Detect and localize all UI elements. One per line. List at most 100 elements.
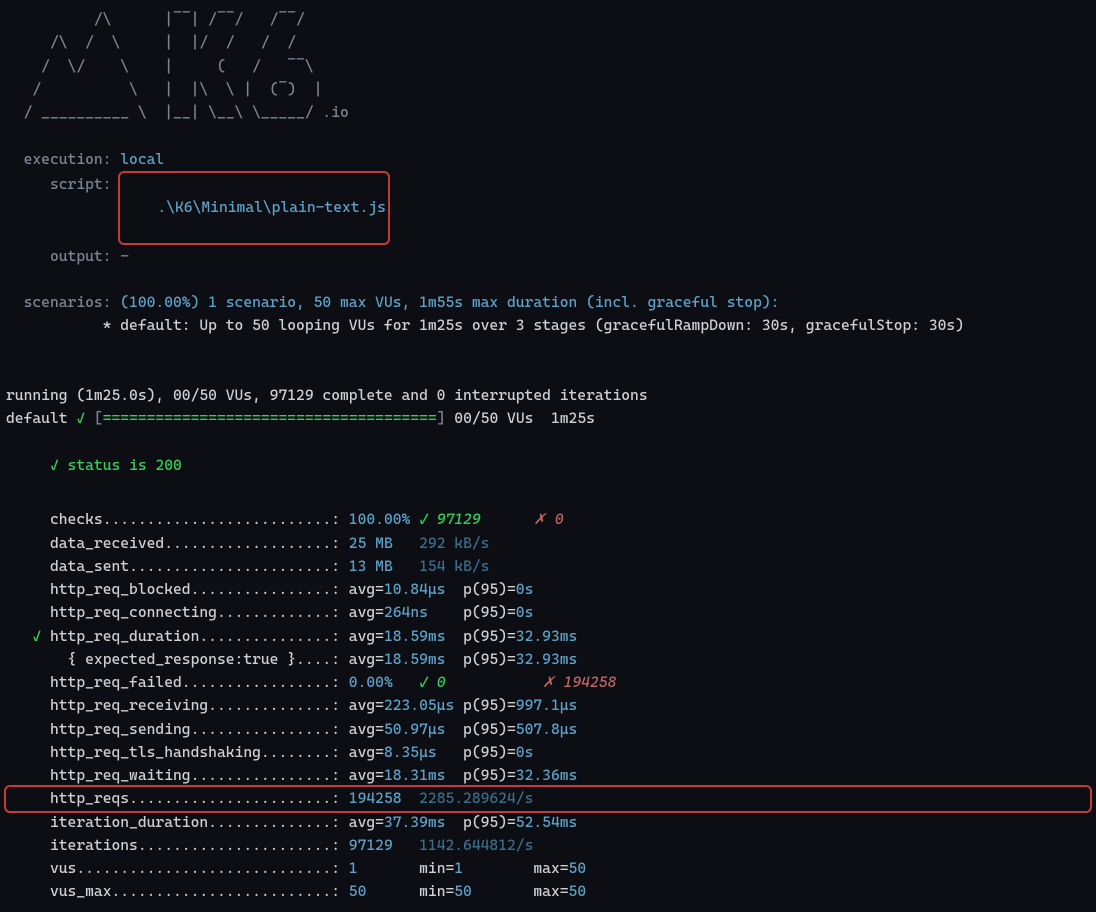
- scenarios-line-2: * default: Up to 50 looping VUs for 1m25…: [6, 314, 1090, 337]
- metric-label: iterations: [50, 834, 138, 857]
- metric-value: 25 MB: [349, 532, 393, 555]
- script-line: script: .\K6\Minimal\plain-text.js: [6, 171, 1090, 245]
- status-check-line: ✓ status is 200: [6, 454, 1090, 477]
- metric-row-data-received: data_received...................: 25 MB …: [6, 532, 1090, 555]
- metric-value: avg=: [349, 601, 384, 624]
- metric-value: avg=: [349, 764, 384, 787]
- metric-value: 154 kB/s: [419, 555, 489, 578]
- metric-row-http-req-receiving: http_req_receiving..............: avg=22…: [6, 694, 1090, 717]
- script-path-box: .\K6\Minimal\plain-text.js: [118, 171, 390, 245]
- metric-row-http-req-connecting: http_req_connecting.............: avg=26…: [6, 601, 1090, 624]
- running-line: running (1m25.0s), 00/50 VUs, 97129 comp…: [6, 384, 1090, 407]
- metric-dots: ...............:: [199, 625, 348, 648]
- metric-dots: ..............:: [208, 694, 349, 717]
- metric-value: 50: [569, 880, 587, 903]
- metric-row-http-reqs: http_reqs.......................: 194258…: [4, 785, 1092, 812]
- metric-value: 507.8µs: [516, 718, 578, 741]
- metric-value: 1142.644812/s: [419, 834, 533, 857]
- metric-value: avg=: [349, 694, 384, 717]
- progress-line: default ✓ [ ============================…: [6, 407, 1090, 430]
- metric-value: 2285.289624/s: [419, 787, 533, 810]
- metric-label: http_req_failed: [50, 671, 182, 694]
- metric-value: p(95)=: [445, 648, 515, 671]
- metric-dots: ..........................:: [103, 508, 349, 531]
- metric-row-vus-max: vus_max.........................: 50 min…: [6, 880, 1090, 903]
- script-label: script:: [6, 173, 111, 196]
- metric-label: http_req_sending: [50, 718, 191, 741]
- metric-label: iteration_duration: [50, 811, 208, 834]
- metric-value: [393, 834, 419, 857]
- metric-value: [393, 671, 419, 694]
- metric-label: http_req_waiting: [50, 764, 191, 787]
- metric-value: 50: [349, 880, 367, 903]
- metric-value: 0s: [516, 578, 534, 601]
- metric-value: 0s: [516, 601, 534, 624]
- metric-label: { expected_response:true }: [68, 648, 297, 671]
- output-line: output: -: [6, 245, 1090, 268]
- metric-dots: ....:: [296, 648, 349, 671]
- metric-row-vus: vus.............................: 1 min=…: [6, 857, 1090, 880]
- metric-row-data-sent: data_sent.......................: 13 MB …: [6, 555, 1090, 578]
- metric-label: http_req_duration: [50, 625, 199, 648]
- metric-label: vus_max: [50, 880, 112, 903]
- metric-value: 8.35µs: [384, 741, 437, 764]
- metric-label: data_received: [50, 532, 164, 555]
- metric-value: 18.31ms: [384, 764, 446, 787]
- metric-dots: .............................:: [76, 857, 348, 880]
- metric-value: 10.84µs: [384, 578, 446, 601]
- metric-value: 100.00%: [349, 508, 411, 531]
- metric-value: [446, 671, 543, 694]
- metric-row-iterations: iterations......................: 97129 …: [6, 834, 1090, 857]
- metric-value: p(95)=: [445, 811, 515, 834]
- metric-value: [410, 508, 419, 531]
- progress-bar-fill: ======================================: [103, 407, 437, 430]
- script-path: .\K6\Minimal\plain-text.js: [157, 198, 386, 216]
- metric-label: http_reqs: [50, 787, 129, 810]
- running-text: running (1m25.0s), 00/50 VUs, 97129 comp…: [6, 384, 648, 407]
- metric-value: 194258: [349, 787, 402, 810]
- metric-value: 50: [569, 857, 587, 880]
- metric-value: ✓ 97129: [419, 508, 481, 531]
- metric-label: vus: [50, 857, 76, 880]
- status-check-text: status is 200: [68, 454, 182, 477]
- metric-value: 18.59ms: [384, 648, 446, 671]
- metric-dots: ................:: [191, 718, 349, 741]
- metric-row--expected-response-true-: { expected_response:true }....: avg=18.5…: [6, 648, 1090, 671]
- metric-value: min=: [366, 880, 454, 903]
- metric-label: http_req_blocked: [50, 578, 191, 601]
- metric-dots: .................:: [182, 671, 349, 694]
- metric-dots: ........:: [261, 741, 349, 764]
- metric-dots: .............:: [217, 601, 349, 624]
- metric-value: max=: [463, 857, 568, 880]
- scenarios-value: (100.00%) 1 scenario, 50 max VUs, 1m55s …: [120, 291, 779, 314]
- metric-value: p(95)=: [445, 578, 515, 601]
- metric-value: [481, 508, 534, 531]
- metric-value: avg=: [349, 811, 384, 834]
- metric-value: [393, 532, 419, 555]
- metric-value: 1: [349, 857, 358, 880]
- metric-value: 97129: [349, 834, 393, 857]
- metric-value: min=: [358, 857, 455, 880]
- metric-value: p(95)=: [437, 741, 516, 764]
- progress-default-label: default: [6, 407, 68, 430]
- metric-value: avg=: [349, 648, 384, 671]
- metric-value: 50.97µs: [384, 718, 446, 741]
- metric-row-http-req-duration: ✓ http_req_duration...............: avg=…: [6, 625, 1090, 648]
- metrics-table: checks..........................: 100.00…: [6, 508, 1090, 903]
- metric-label: http_req_connecting: [50, 601, 217, 624]
- metric-value: 32.93ms: [516, 625, 578, 648]
- metric-value: ✓ 0: [419, 671, 445, 694]
- metric-value: 1: [454, 857, 463, 880]
- metric-row-http-req-blocked: http_req_blocked................: avg=10…: [6, 578, 1090, 601]
- metric-dots: .......................:: [129, 787, 349, 810]
- progress-bar-close: ]: [437, 407, 446, 430]
- metric-value: 37.39ms: [384, 811, 446, 834]
- metric-row-http-req-sending: http_req_sending................: avg=50…: [6, 718, 1090, 741]
- metric-dots: ......................:: [138, 834, 349, 857]
- metric-value: max=: [472, 880, 569, 903]
- metric-value: avg=: [349, 718, 384, 741]
- metric-value: p(95)=: [445, 625, 515, 648]
- metric-dots: ..............:: [208, 811, 349, 834]
- scenarios-line-1: scenarios: (100.00%) 1 scenario, 50 max …: [6, 291, 1090, 314]
- metric-value: 13 MB: [349, 555, 393, 578]
